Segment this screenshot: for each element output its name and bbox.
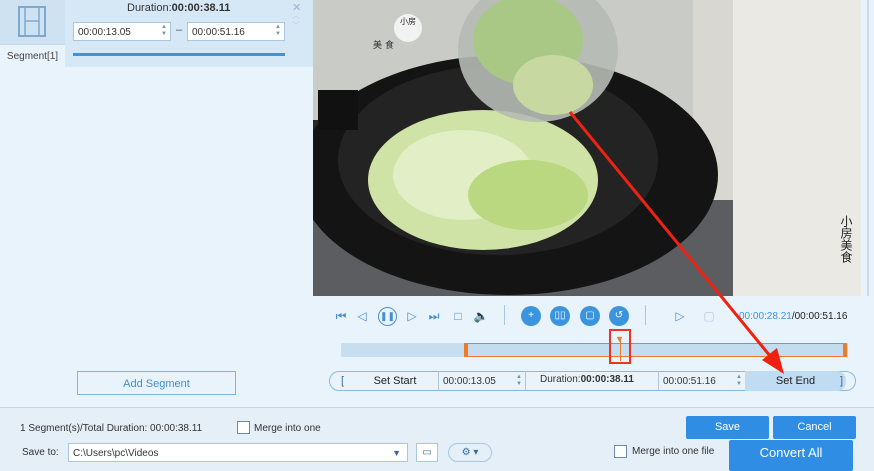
cancel-button[interactable]: Cancel [773, 416, 856, 439]
merge-checkbox[interactable] [237, 421, 250, 434]
merge-label: Merge into one [254, 423, 321, 434]
folder-icon[interactable]: ▭ [416, 443, 438, 462]
convert-all-button[interactable]: Convert All [729, 440, 853, 471]
segment-summary: 1 Segment(s)/Total Duration: 00:00:38.11 [20, 423, 203, 434]
merge-file-label: Merge into one file [632, 446, 715, 457]
footer-divider [0, 407, 874, 408]
merge-file-checkbox[interactable] [614, 445, 627, 458]
settings-gear-icon[interactable]: ⚙ ▾ [448, 443, 492, 462]
save-to-label: Save to: [22, 447, 59, 458]
save-path-field[interactable]: C:\Users\pc\Videos ▼ [68, 443, 408, 462]
annotation-arrow [568, 111, 784, 374]
dropdown-arrow-icon[interactable]: ▼ [392, 444, 401, 463]
save-button[interactable]: Save [686, 416, 769, 439]
save-path-value: C:\Users\pc\Videos [73, 448, 159, 459]
